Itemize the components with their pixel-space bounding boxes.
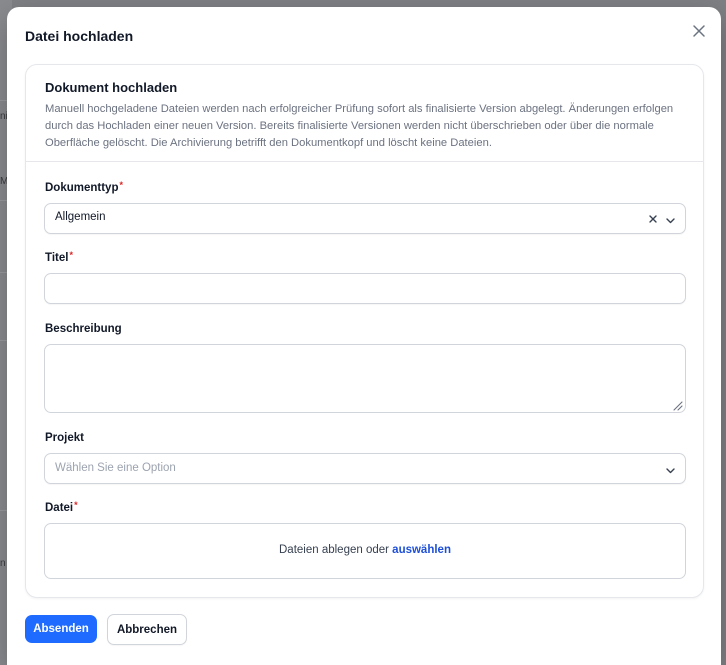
title-input[interactable] [45, 274, 685, 301]
select-files-link[interactable]: auswählen [392, 544, 451, 556]
section-description: Manuell hochgeladene Dateien werden nach… [45, 103, 674, 149]
title-label-text: Titel [45, 252, 69, 264]
document-type-label-text: Dokumenttyp [45, 182, 119, 194]
close-button[interactable] [689, 21, 709, 41]
file-dropzone[interactable]: Dateien ablegen oder auswählen [44, 523, 686, 579]
cancel-button[interactable]: Abbrechen [107, 614, 187, 645]
submit-button[interactable]: Absenden [25, 615, 97, 643]
file-label: Datei* [45, 500, 78, 514]
required-marker: * [74, 500, 78, 510]
clear-icon [649, 215, 657, 223]
dropzone-prompt: Dateien ablegen oder [279, 544, 393, 556]
project-label: Projekt [45, 432, 84, 444]
description-textarea[interactable] [45, 345, 685, 412]
required-marker: * [69, 250, 73, 260]
close-icon [693, 25, 705, 37]
document-type-value: Allgemein [55, 211, 106, 223]
clear-selection-button[interactable] [647, 212, 659, 224]
resize-handle-icon[interactable] [671, 398, 683, 411]
description-field[interactable] [44, 344, 686, 413]
document-upload-section: Dokument hochladen Manuell hochgeladene … [25, 64, 704, 598]
description-label: Beschreibung [45, 323, 122, 335]
upload-dialog: Datei hochladen Dokument hochladen Manue… [7, 7, 721, 665]
section-header: Dokument hochladen Manuell hochgeladene … [26, 65, 703, 162]
project-placeholder: Wählen Sie eine Option [55, 462, 176, 474]
title-label: Titel* [45, 250, 73, 264]
dialog-title: Datei hochladen [25, 28, 134, 44]
file-label-text: Datei [45, 502, 74, 514]
chevron-down-icon [665, 213, 676, 224]
section-title: Dokument hochladen [45, 80, 178, 95]
chevron-down-icon [665, 463, 676, 474]
title-field[interactable] [44, 273, 686, 304]
background-text: n [0, 558, 6, 569]
project-select[interactable]: Wählen Sie eine Option [44, 453, 686, 484]
document-type-label: Dokumenttyp* [45, 180, 123, 194]
document-type-select[interactable]: Allgemein [44, 203, 686, 234]
dropzone-text: Dateien ablegen oder auswählen [45, 544, 685, 556]
required-marker: * [119, 180, 123, 190]
